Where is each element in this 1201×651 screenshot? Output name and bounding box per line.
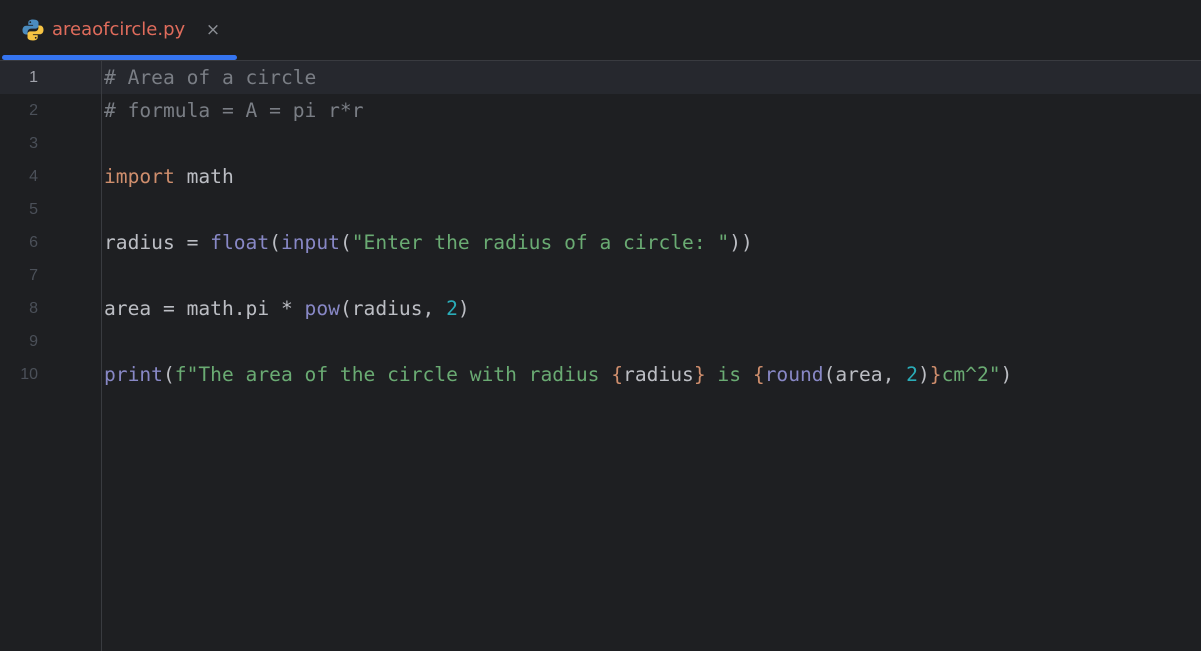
code-line[interactable]: 8 area = math.pi * pow(radius, 2) [0,292,1201,325]
code-text: # Area of a circle [104,61,316,94]
code-token: # formula = A = pi r*r [104,99,364,122]
line-number: 2 [29,102,38,119]
code-token: ) [457,297,470,320]
line-number: 10 [20,366,38,383]
code-token: 2 [446,297,458,320]
code-token: 2 [906,363,918,386]
code-text: import math [104,160,234,193]
code-token: (radius, [339,297,447,320]
code-token: { [752,363,765,386]
code-line[interactable]: 7 [0,259,1201,292]
code-line[interactable]: 6 radius = float(input("Enter the radius … [0,226,1201,259]
code-text: print(f"The area of the circle with radi… [104,358,1012,391]
gutter-divider [101,61,102,651]
line-number: 5 [29,201,38,218]
code-token: ( [162,363,175,386]
code-token: (area, [823,363,907,386]
code-token: } [929,363,942,386]
line-number: 7 [29,267,38,284]
code-editor[interactable]: 1 # Area of a circle 2 # formula = A = pi r… [0,61,1201,651]
code-token: } [693,363,706,386]
file-tab[interactable]: areaofcircle.py × [0,0,238,61]
tab-filename: areaofcircle.py [52,19,186,40]
python-icon [21,18,45,42]
code-token: float [210,231,270,254]
code-line[interactable]: 3 [0,127,1201,160]
code-token: area = math.pi * [104,297,305,320]
close-icon[interactable]: × [205,19,221,41]
code-token: print [104,363,163,386]
code-token: ) [1000,363,1013,386]
line-number: 9 [29,333,38,350]
code-line[interactable]: 5 [0,193,1201,226]
code-text: # formula = A = pi r*r [104,94,364,127]
active-tab-indicator [2,55,237,60]
code-token: "Enter the radius of a circle: " [351,231,730,254]
code-token: f"The area of the circle with radius [174,363,612,386]
code-text: area = math.pi * pow(radius, 2) [104,292,470,325]
code-token: radius = [104,231,211,254]
code-line[interactable]: 10 print(f"The area of the circle with ra… [0,358,1201,391]
line-number: 8 [29,300,38,317]
line-number: 4 [29,168,38,185]
code-token: math [174,165,234,188]
code-line[interactable]: 2 # formula = A = pi r*r [0,94,1201,127]
line-number: 3 [29,135,38,152]
code-token: import [104,165,175,188]
code-token: round [764,363,824,386]
code-token: cm^2" [941,363,1001,386]
code-token: # Area of a circle [104,66,317,89]
line-number: 1 [29,69,38,86]
code-token: pow [304,297,340,320]
code-line[interactable]: 9 [0,325,1201,358]
code-token: { [611,363,624,386]
code-text: radius = float(input("Enter the radius o… [104,226,753,259]
code-token: )) [729,231,753,254]
editor-tab-bar: areaofcircle.py × [0,0,1201,61]
line-number: 6 [29,234,38,251]
code-token: input [280,231,340,254]
code-token: ) [917,363,930,386]
code-token: radius [623,363,694,386]
code-line[interactable]: 4 import math [0,160,1201,193]
code-token: ( [339,231,352,254]
code-token: is [705,363,753,386]
code-token: ( [269,231,281,254]
code-line[interactable]: 1 # Area of a circle [0,61,1201,94]
